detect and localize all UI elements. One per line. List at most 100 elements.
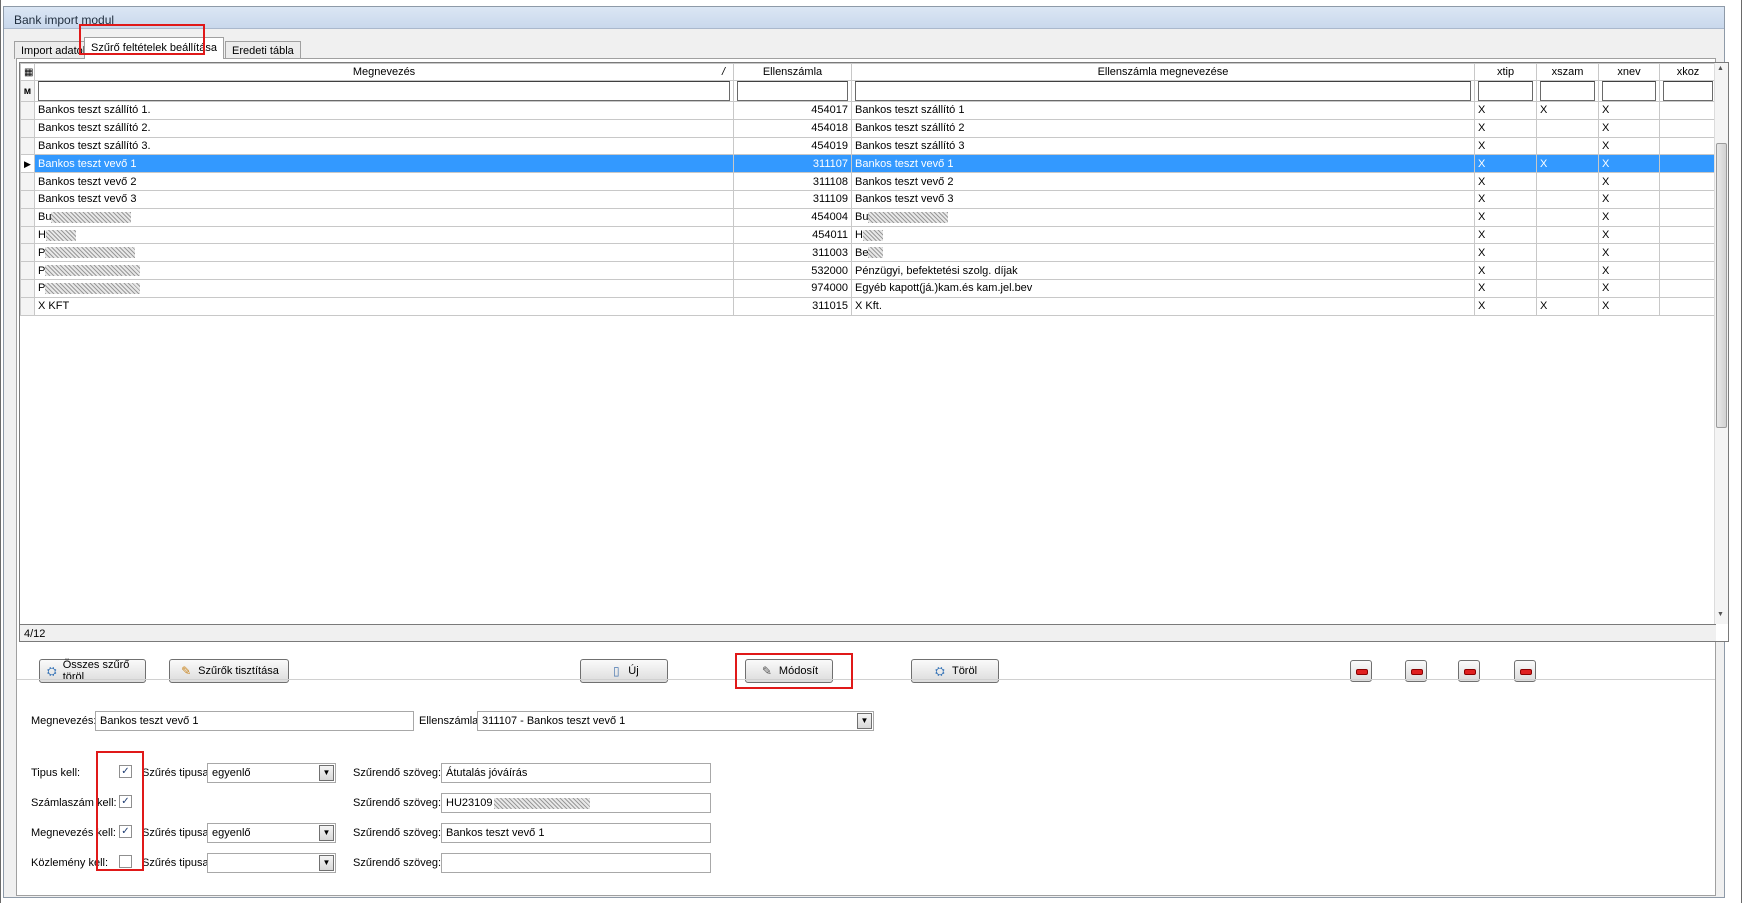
table-row[interactable]: Bankos teszt szállító 2. 454018 Bankos tes… — [20, 118, 1716, 138]
cell-xtip[interactable]: X — [1474, 136, 1537, 156]
column-header-account[interactable]: Ellenszámla — [733, 63, 852, 81]
table-row[interactable]: P 311003 Be X X — [20, 243, 1716, 263]
cell-xtip[interactable]: X — [1474, 172, 1537, 191]
tab-eredeti-tabla[interactable]: Eredeti tábla — [225, 41, 301, 59]
binoculars-icon[interactable]: ᴍ — [20, 80, 35, 102]
cell-account-name[interactable]: Bankos teszt szállító 2 — [851, 118, 1475, 138]
cell-xkoz[interactable] — [1659, 189, 1716, 209]
cell-xnev[interactable]: X — [1598, 207, 1660, 227]
cell-xszam[interactable] — [1536, 243, 1599, 263]
row-indicator-cell[interactable] — [20, 225, 35, 245]
cell-name[interactable]: X KFT — [34, 296, 734, 316]
cell-account[interactable]: 454019 — [733, 136, 852, 156]
cell-xkoz[interactable] — [1659, 225, 1716, 245]
row-indicator-cell[interactable] — [20, 243, 35, 263]
table-row[interactable]: Bankos teszt vevő 2 311108 Bankos teszt ve… — [20, 172, 1716, 191]
cell-xkoz[interactable] — [1659, 118, 1716, 138]
cell-account-name[interactable]: Egyéb kapott(já.)kam.és kam.jel.bev — [851, 278, 1475, 298]
cell-name[interactable]: P — [34, 243, 734, 263]
chevron-down-icon[interactable]: ▼ — [319, 765, 334, 781]
cell-xkoz[interactable] — [1659, 278, 1716, 298]
column-header-xszam[interactable]: xszam — [1536, 63, 1599, 81]
row-indicator-cell[interactable] — [20, 136, 35, 156]
cell-xtip[interactable]: X — [1474, 101, 1537, 120]
table-row[interactable]: P 532000 Pénzügyi, befektetési szolg. díja… — [20, 261, 1716, 280]
table-row[interactable]: ▶ Bankos teszt vevő 1 311107 Bankos teszt v… — [20, 154, 1716, 174]
cell-name[interactable]: Bankos teszt szállító 2. — [34, 118, 734, 138]
account-number-needed-checkbox[interactable]: ✓ — [119, 795, 132, 808]
scroll-up-icon[interactable]: ▲ — [1717, 65, 1724, 72]
name-filter-type-combo[interactable]: egyenlő ▼ — [207, 823, 336, 843]
table-row[interactable]: X KFT 311015 X Kft. X X X — [20, 296, 1716, 316]
cell-xtip[interactable]: X — [1474, 243, 1537, 263]
cell-xkoz[interactable] — [1659, 296, 1716, 316]
table-row[interactable]: Bankos teszt vevő 3 311109 Bankos teszt ve… — [20, 189, 1716, 209]
row-indicator-cell[interactable]: ▶ — [20, 154, 35, 174]
cell-account[interactable]: 454017 — [733, 101, 852, 120]
cell-name[interactable]: P — [34, 261, 734, 280]
cell-account-name[interactable]: X Kft. — [851, 296, 1475, 316]
name-field[interactable]: Bankos teszt vevő 1 — [95, 711, 414, 731]
cell-account[interactable]: 311003 — [733, 243, 852, 263]
type-filter-type-combo[interactable]: egyenlő ▼ — [207, 763, 336, 783]
cell-xtip[interactable]: X — [1474, 207, 1537, 227]
chevron-down-icon[interactable]: ▼ — [319, 825, 334, 841]
column-header-xnev[interactable]: xnev — [1598, 63, 1660, 81]
cell-account-name[interactable]: Bankos teszt vevő 2 — [851, 172, 1475, 191]
table-row[interactable]: H 454011 H X X — [20, 225, 1716, 245]
cell-account-name[interactable]: Bankos teszt vevő 1 — [851, 154, 1475, 174]
cell-xszam[interactable] — [1536, 172, 1599, 191]
cell-account[interactable]: 454004 — [733, 207, 852, 227]
memo-filter-text-field[interactable] — [441, 853, 711, 873]
cell-account-name[interactable]: Be — [851, 243, 1475, 263]
cell-xtip[interactable]: X — [1474, 189, 1537, 209]
row-indicator-cell[interactable] — [20, 189, 35, 209]
cell-name[interactable]: Bankos teszt vevő 1 — [34, 154, 734, 174]
cell-account-name[interactable]: Bu — [851, 207, 1475, 227]
cell-account[interactable]: 974000 — [733, 278, 852, 298]
cell-xszam[interactable] — [1536, 189, 1599, 209]
filter-input-name[interactable] — [38, 81, 730, 101]
cell-name[interactable]: Bu — [34, 207, 734, 227]
cell-account-name[interactable]: Bankos teszt vevő 3 — [851, 189, 1475, 209]
cell-xtip[interactable]: X — [1474, 225, 1537, 245]
cell-xkoz[interactable] — [1659, 154, 1716, 174]
cell-name[interactable]: H — [34, 225, 734, 245]
account-combo[interactable]: 311107 - Bankos teszt vevő 1 ▼ — [477, 711, 874, 731]
tab-szuro-feltetelek[interactable]: Szűrő feltételek beállítása — [84, 37, 224, 59]
cell-xtip[interactable]: X — [1474, 154, 1537, 174]
cell-name[interactable]: Bankos teszt vevő 3 — [34, 189, 734, 209]
cell-account[interactable]: 532000 — [733, 261, 852, 280]
cell-xszam[interactable] — [1536, 278, 1599, 298]
cell-xnev[interactable]: X — [1598, 225, 1660, 245]
cell-xnev[interactable]: X — [1598, 101, 1660, 120]
cell-xszam[interactable] — [1536, 136, 1599, 156]
cell-xkoz[interactable] — [1659, 243, 1716, 263]
filter-input-account[interactable] — [737, 81, 848, 101]
row-indicator-cell[interactable] — [20, 207, 35, 227]
filter-input-xszam[interactable] — [1540, 81, 1595, 101]
cell-account[interactable]: 311109 — [733, 189, 852, 209]
cell-xkoz[interactable] — [1659, 261, 1716, 280]
column-header-xtip[interactable]: xtip — [1474, 63, 1537, 81]
type-filter-text-field[interactable]: Átutalás jóváírás — [441, 763, 711, 783]
name-needed-checkbox[interactable]: ✓ — [119, 825, 132, 838]
name-filter-text-field[interactable]: Bankos teszt vevő 1 — [441, 823, 711, 843]
cell-xnev[interactable]: X — [1598, 118, 1660, 138]
cell-xnev[interactable]: X — [1598, 296, 1660, 316]
cell-xtip[interactable]: X — [1474, 118, 1537, 138]
cell-xszam[interactable]: X — [1536, 101, 1599, 120]
cell-xtip[interactable]: X — [1474, 278, 1537, 298]
type-needed-checkbox[interactable]: ✓ — [119, 765, 132, 778]
cell-xnev[interactable]: X — [1598, 136, 1660, 156]
cell-xszam[interactable] — [1536, 118, 1599, 138]
cell-xnev[interactable]: X — [1598, 154, 1660, 174]
grid-settings-icon[interactable]: ▦ — [20, 63, 35, 81]
cell-xszam[interactable] — [1536, 261, 1599, 280]
column-header-xkoz[interactable]: xkoz — [1659, 63, 1716, 81]
scrollbar-thumb[interactable] — [1716, 143, 1727, 428]
table-row[interactable]: Bankos teszt szállító 1. 454017 Bankos tes… — [20, 101, 1716, 120]
cell-xszam[interactable] — [1536, 225, 1599, 245]
memo-needed-checkbox[interactable] — [119, 855, 132, 868]
row-indicator-cell[interactable] — [20, 118, 35, 138]
